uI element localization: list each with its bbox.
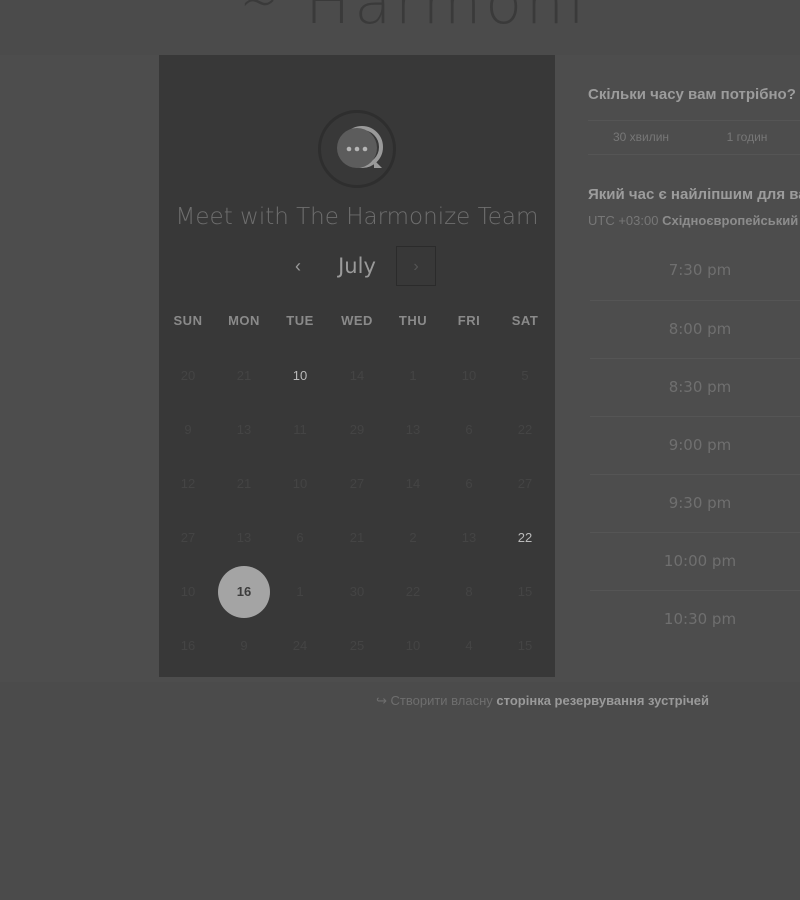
calendar-day[interactable]: 2 bbox=[387, 512, 439, 564]
weekday-thu: THU bbox=[398, 313, 428, 328]
time-slot[interactable]: 8:00 pm bbox=[590, 300, 800, 357]
time-question: Який час є найліпшим для вас? bbox=[588, 186, 800, 203]
calendar-day[interactable]: 21 bbox=[218, 458, 270, 510]
calendar-day[interactable]: 10 bbox=[443, 350, 495, 402]
time-slot-label: 7:30 pm bbox=[668, 261, 732, 279]
calendar-day-selected[interactable]: 16 bbox=[218, 566, 270, 618]
calendar-day[interactable]: 10 bbox=[274, 350, 326, 402]
time-slot[interactable]: 9:00 pm bbox=[590, 416, 800, 473]
chat-bubble-icon bbox=[337, 126, 383, 168]
calendar-day[interactable]: 13 bbox=[443, 512, 495, 564]
calendar-day[interactable]: 1 bbox=[274, 566, 326, 618]
prev-month-button[interactable]: ‹ bbox=[287, 254, 309, 278]
calendar-day[interactable]: 13 bbox=[218, 512, 270, 564]
calendar-day[interactable]: 27 bbox=[331, 458, 383, 510]
timezone-label: UTC +03:00 Східноєвропейський час bbox=[588, 213, 800, 228]
timezone-name: Східноєвропейський час bbox=[662, 213, 800, 228]
calendar-day[interactable]: 22 bbox=[387, 566, 439, 618]
duration-option-30-min[interactable]: 30 хвилин bbox=[588, 121, 694, 154]
time-slot[interactable]: 10:00 pm bbox=[590, 532, 800, 589]
weekday-fri: FRI bbox=[457, 313, 481, 328]
weekday-sun: SUN bbox=[173, 313, 203, 328]
time-slot[interactable]: 10:30 pm bbox=[590, 590, 800, 647]
footer-link-text: сторінка резервування зустрічей bbox=[496, 693, 709, 708]
calendar-day[interactable]: 9 bbox=[162, 404, 214, 456]
calendar-day[interactable]: 24 bbox=[274, 620, 326, 672]
time-slot-label: 9:30 pm bbox=[668, 494, 732, 512]
calendar-day[interactable]: 29 bbox=[331, 404, 383, 456]
calendar-day[interactable]: 9 bbox=[218, 620, 270, 672]
calendar-day[interactable]: 27 bbox=[162, 512, 214, 564]
weekday-sat: SAT bbox=[511, 313, 539, 328]
duration-question: Скільки часу вам потрібно? bbox=[588, 86, 796, 103]
calendar-day[interactable]: 5 bbox=[499, 350, 551, 402]
month-label: July bbox=[338, 254, 376, 278]
calendar-day[interactable]: 22 bbox=[499, 512, 551, 564]
time-slot[interactable]: 7:30 pm bbox=[590, 242, 800, 299]
calendar-day[interactable]: 11 bbox=[274, 404, 326, 456]
calendar-day[interactable]: 15 bbox=[499, 566, 551, 618]
calendar-day[interactable]: 6 bbox=[443, 458, 495, 510]
calendar-day[interactable]: 12 bbox=[162, 458, 214, 510]
calendar-day[interactable]: 21 bbox=[331, 512, 383, 564]
calendar-day[interactable]: 25 bbox=[331, 620, 383, 672]
footer-prefix: Створити власну bbox=[390, 693, 493, 708]
calendar-day[interactable]: 21 bbox=[218, 350, 270, 402]
calendar-day[interactable]: 10 bbox=[162, 566, 214, 618]
calendar-day[interactable]: 22 bbox=[499, 404, 551, 456]
time-slot-label: 8:30 pm bbox=[668, 378, 732, 396]
calendar-day[interactable]: 30 bbox=[331, 566, 383, 618]
duration-option-1-hour[interactable]: 1 годин bbox=[694, 121, 800, 154]
calendar-day[interactable]: 14 bbox=[387, 458, 439, 510]
pointer-icon: ↪ bbox=[376, 693, 387, 708]
weekday-mon: MON bbox=[228, 313, 260, 328]
calendar-day[interactable]: 10 bbox=[387, 620, 439, 672]
calendar-day[interactable]: 16 bbox=[162, 620, 214, 672]
time-slot-label: 8:00 pm bbox=[668, 320, 732, 338]
time-slot-label: 9:00 pm bbox=[668, 436, 732, 454]
weekday-wed: WED bbox=[341, 313, 373, 328]
calendar-day[interactable]: 1 bbox=[387, 350, 439, 402]
brand-logo-text: Harmoni bbox=[305, 0, 589, 38]
calendar-day[interactable]: 20 bbox=[162, 350, 214, 402]
create-booking-page-link[interactable]: ↪ Створити власну сторінка резервування … bbox=[376, 693, 709, 709]
weekday-tue: TUE bbox=[286, 313, 314, 328]
next-month-button[interactable]: › bbox=[396, 246, 436, 286]
calendar-day[interactable]: 27 bbox=[499, 458, 551, 510]
time-slot-label: 10:30 pm bbox=[663, 610, 737, 628]
team-avatar bbox=[318, 110, 396, 188]
calendar-day[interactable]: 13 bbox=[387, 404, 439, 456]
calendar-day[interactable]: 8 bbox=[443, 566, 495, 618]
calendar-day[interactable]: 6 bbox=[274, 512, 326, 564]
calendar-day[interactable]: 14 bbox=[331, 350, 383, 402]
brand-logo: ∼ Harmoni bbox=[240, 0, 589, 38]
calendar-day[interactable]: 10 bbox=[274, 458, 326, 510]
brand-logo-mark: ∼ bbox=[240, 0, 283, 38]
calendar-day[interactable]: 13 bbox=[218, 404, 270, 456]
meeting-title: Meet with The Harmonize Team bbox=[175, 204, 539, 230]
time-slot[interactable]: 9:30 pm bbox=[590, 474, 800, 531]
timezone-offset: UTC +03:00 bbox=[588, 213, 659, 228]
calendar-day[interactable]: 6 bbox=[443, 404, 495, 456]
duration-options: 30 хвилин 1 годин bbox=[588, 120, 800, 155]
calendar-day[interactable]: 4 bbox=[443, 620, 495, 672]
time-slot[interactable]: 8:30 pm bbox=[590, 358, 800, 415]
time-slot-label: 10:00 pm bbox=[663, 552, 737, 570]
calendar-day[interactable]: 15 bbox=[499, 620, 551, 672]
